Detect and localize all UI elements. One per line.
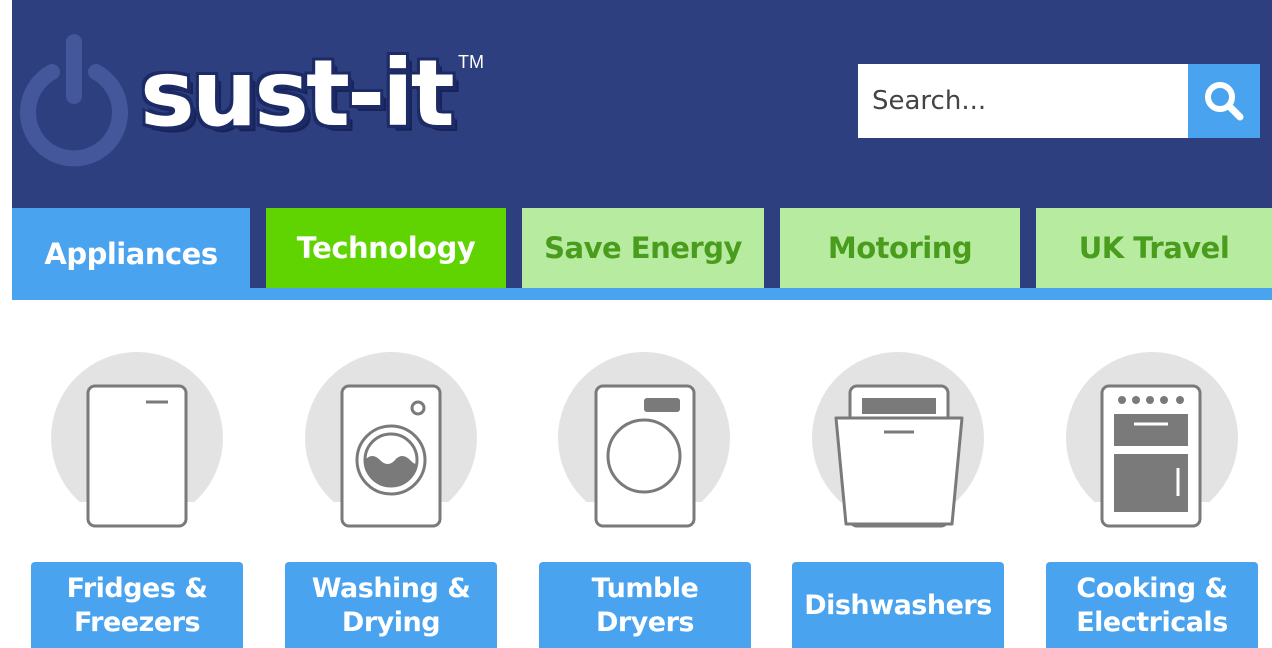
category-fridges-freezers-button[interactable]: Fridges & Freezers	[31, 562, 243, 648]
tab-save-energy[interactable]: Save Energy	[522, 208, 764, 288]
category-tumble-dryers-button[interactable]: Tumble Dryers	[539, 562, 751, 648]
category-label: Washing & Drying	[311, 573, 471, 638]
tumble-dryer-icon[interactable]	[594, 384, 698, 528]
trademark-mark: TM	[458, 52, 484, 72]
tab-uk-travel[interactable]: UK Travel	[1036, 208, 1272, 288]
cooker-icon[interactable]	[1100, 384, 1204, 528]
category-label: Cooking & Electricals	[1076, 573, 1228, 638]
tab-appliances[interactable]: Appliances	[12, 208, 250, 300]
dishwasher-icon[interactable]	[832, 384, 966, 530]
tab-technology[interactable]: Technology	[266, 208, 506, 288]
washing-machine-icon[interactable]	[340, 384, 444, 528]
category-washing-drying-button[interactable]: Washing & Drying	[285, 562, 497, 648]
category-label: Tumble Dryers	[591, 573, 699, 638]
power-icon	[20, 34, 128, 167]
category-dishwashers-button[interactable]: Dishwashers	[792, 562, 1004, 648]
search-icon	[1205, 82, 1244, 121]
search-button[interactable]	[1188, 64, 1260, 138]
site-logo[interactable]: sust-it	[140, 34, 455, 154]
search-input[interactable]	[858, 64, 1188, 138]
category-label: Dishwashers	[804, 590, 992, 621]
tab-motoring[interactable]: Motoring	[780, 208, 1020, 288]
category-cooking-electricals-button[interactable]: Cooking & Electricals	[1046, 562, 1258, 648]
category-label: Fridges & Freezers	[66, 573, 208, 638]
fridge-icon[interactable]	[86, 384, 190, 528]
